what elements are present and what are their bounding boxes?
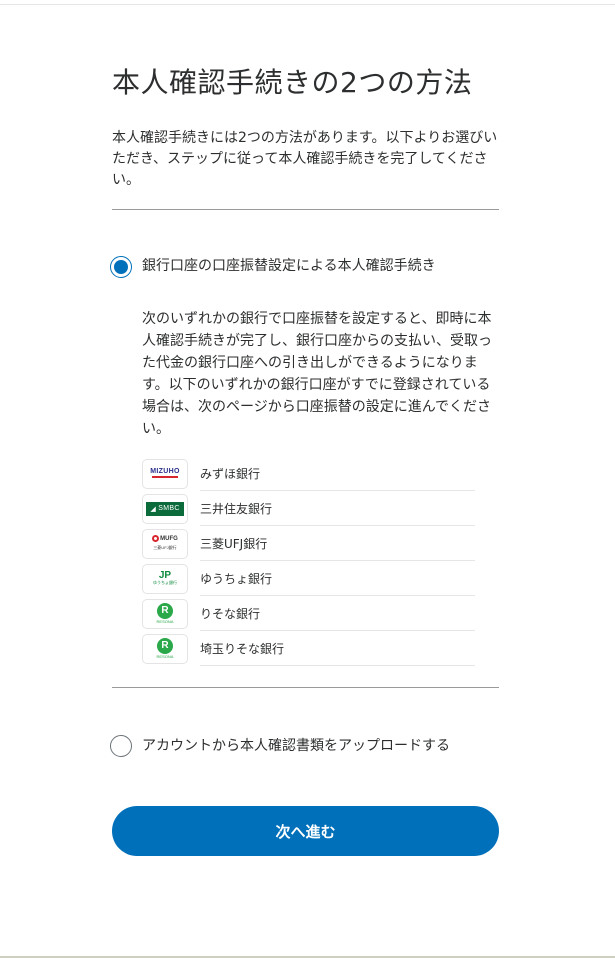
smbc-logo-text: SMBC	[158, 505, 180, 512]
identity-verification-form: 本人確認手続きの2つの方法 本人確認手続きには2つの方法があります。以下よりお選…	[110, 66, 499, 856]
next-button[interactable]: 次へ進む	[112, 806, 499, 856]
bank-name: 埼玉りそな銀行	[200, 641, 285, 656]
list-item-bank: MIZUHO みずほ銀行	[142, 456, 475, 491]
option-upload-document-label[interactable]: アカウントから本人確認書類をアップロードする	[142, 734, 472, 758]
top-border	[0, 0, 615, 5]
bank-name: 三井住友銀行	[200, 501, 273, 516]
mufg-logo-text: MUFG	[160, 536, 178, 543]
option-bank-account-label[interactable]: 銀行口座の口座振替設定による本人確認手続き	[142, 256, 436, 277]
mufg-logo-icon: MUFG 三菱UFJ銀行	[142, 528, 188, 559]
divider	[112, 687, 499, 688]
bank-name: 三菱UFJ銀行	[200, 536, 268, 551]
list-item-bank: R RESONA 埼玉りそな銀行	[142, 631, 475, 666]
divider	[112, 209, 499, 210]
smbc-logo-icon: ◢ SMBC	[142, 493, 188, 524]
saitama-resona-logo-subtext: RESONA	[156, 653, 174, 659]
bank-name: りそな銀行	[200, 606, 261, 621]
option-bank-account[interactable]: 銀行口座の口座振替設定による本人確認手続き	[110, 256, 499, 278]
bank-list: MIZUHO みずほ銀行 ◢ SMBC 三井住友銀行 MUFG 三菱UFJ銀行 三…	[142, 456, 475, 666]
saitama-resona-logo-icon: R RESONA	[142, 633, 188, 664]
resona-logo-subtext: RESONA	[156, 618, 174, 624]
mizuho-logo-text: MIZUHO	[150, 468, 180, 475]
radio-upload-document[interactable]	[110, 735, 132, 757]
saitama-resona-logo-mark: R	[157, 637, 173, 654]
mufg-logo-subtext: 三菱UFJ銀行	[153, 544, 177, 550]
mizuho-logo-icon: MIZUHO	[142, 458, 188, 489]
list-item-bank: MUFG 三菱UFJ銀行 三菱UFJ銀行	[142, 526, 475, 561]
list-item-bank: R RESONA りそな銀行	[142, 596, 475, 631]
japan-post-logo-icon: JP ゆうちょ銀行	[142, 563, 188, 594]
page-title: 本人確認手続きの2つの方法	[112, 66, 473, 99]
jp-logo-subtext: ゆうちょ銀行	[153, 580, 177, 585]
resona-logo-icon: R RESONA	[142, 598, 188, 629]
intro-text: 本人確認手続きには2つの方法があります。以下よりお選びいただき、ステップに従って…	[112, 130, 498, 188]
bank-name: みずほ銀行	[200, 466, 261, 481]
list-item-bank: ◢ SMBC 三井住友銀行	[142, 491, 475, 526]
resona-logo-mark: R	[157, 602, 173, 619]
list-item-bank: JP ゆうちょ銀行 ゆうちょ銀行	[142, 561, 475, 596]
radio-bank-account[interactable]	[110, 256, 132, 278]
bank-name: ゆうちょ銀行	[200, 571, 273, 586]
bank-option-description: 次のいずれかの銀行で口座振替を設定すると、即時に本人確認手続きが完了し、銀行口座…	[142, 311, 492, 437]
option-upload-document[interactable]: アカウントから本人確認書類をアップロードする	[110, 734, 499, 758]
